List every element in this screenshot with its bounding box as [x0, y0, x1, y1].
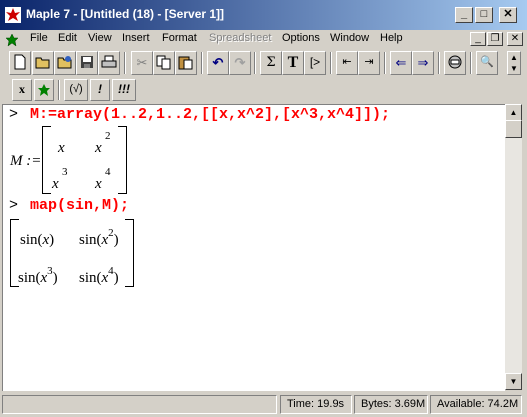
worksheet[interactable] [2, 104, 505, 391]
paste-icon[interactable] [175, 51, 197, 75]
matrix1-cell-12-base: x [95, 140, 102, 156]
toolbar-separator [384, 52, 386, 74]
menu-view[interactable]: View [88, 32, 112, 44]
matrix2-cell-11: sin(x) [20, 232, 55, 248]
doc-restore-button[interactable]: ❐ [487, 32, 503, 46]
menu-insert[interactable]: Insert [122, 32, 150, 44]
cut-icon[interactable]: ✂ [131, 51, 153, 75]
matrix1-left-bracket [42, 126, 51, 194]
print-icon[interactable] [98, 51, 120, 75]
menu-edit[interactable]: Edit [58, 32, 77, 44]
stop-icon[interactable] [444, 51, 466, 75]
menu-file[interactable]: File [30, 32, 48, 44]
window-title: Maple 7 - [Untitled (18) - [Server 1]] [26, 7, 225, 21]
input-prompt-2: > [9, 197, 19, 214]
new-icon[interactable] [9, 51, 31, 75]
maple-leaf-button[interactable] [34, 79, 54, 101]
input-line-1[interactable]: M:=array(1..2,1..2,[[x,x^2],[x^3,x^4]]); [30, 106, 390, 123]
copy-icon[interactable] [153, 51, 175, 75]
input-prompt-1: > [9, 106, 19, 123]
menu-help[interactable]: Help [380, 32, 403, 44]
sigma-icon[interactable]: Σ [260, 51, 282, 75]
forward-icon[interactable]: ⇒ [412, 51, 434, 75]
toolbar-separator [58, 80, 60, 100]
title-bar[interactable]: Maple 7 - [Untitled (18) - [Server 1]] _… [0, 0, 527, 30]
toolbar-scroll[interactable]: ▲ ▼ [507, 51, 521, 75]
matrix1-cell-22-base: x [95, 176, 102, 192]
matrix2-cell-12: sin(x2) [79, 227, 119, 248]
matrix2-cell-22: sin(x4) [79, 265, 119, 286]
back-icon[interactable]: ⇐ [390, 51, 412, 75]
open-url-icon[interactable] [54, 51, 76, 75]
prompt-icon[interactable]: [> [304, 51, 326, 75]
minimize-button[interactable]: _ [455, 7, 473, 23]
undo-icon[interactable]: ↶ [207, 51, 229, 75]
matrix1-cell-11: x [58, 140, 65, 156]
matrix2-right-bracket [125, 219, 134, 287]
document-icon[interactable] [5, 33, 19, 47]
maple-leaf-icon [5, 7, 21, 23]
math-mode-button[interactable]: x [12, 79, 32, 101]
status-message [2, 395, 277, 414]
menu-format[interactable]: Format [162, 32, 197, 44]
toolbar-separator [124, 52, 126, 74]
output-lhs-1: M := [10, 153, 42, 169]
toolbar-separator [254, 52, 256, 74]
matrix1-cell-12-exp: 2 [105, 130, 111, 142]
scroll-thumb[interactable] [505, 120, 522, 138]
matrix1-right-bracket [118, 126, 127, 194]
close-button[interactable]: ✕ [499, 7, 517, 23]
matrix1-cell-21-exp: 3 [62, 166, 68, 178]
input-line-2[interactable]: map(sin,M); [30, 197, 129, 214]
execute-button[interactable]: ! [90, 79, 110, 101]
menu-window[interactable]: Window [330, 32, 369, 44]
execute-all-button[interactable]: !!! [112, 79, 136, 101]
maximize-button[interactable]: □ [475, 7, 493, 23]
redo-icon[interactable]: ↷ [229, 51, 251, 75]
zoom-icon[interactable]: 🔍 [476, 51, 498, 75]
save-icon[interactable] [76, 51, 98, 75]
status-time: Time: 19.9s [280, 395, 352, 414]
toolbar-separator [330, 52, 332, 74]
scroll-down-button[interactable]: ▼ [505, 373, 522, 390]
doc-minimize-button[interactable]: _ [470, 32, 486, 46]
outdent-icon[interactable]: ⇤ [336, 51, 358, 75]
toolbar-separator [470, 52, 472, 74]
doc-close-button[interactable]: ✕ [507, 32, 523, 46]
correctness-button[interactable]: (√) [64, 79, 88, 101]
matrix2-cell-21: sin(x3) [18, 265, 58, 286]
scroll-up-button[interactable]: ▲ [505, 104, 522, 121]
indent-icon[interactable]: ⇥ [358, 51, 380, 75]
status-available: Available: 74.2M [430, 395, 522, 414]
open-icon[interactable] [32, 51, 54, 75]
menu-spreadsheet[interactable]: Spreadsheet [209, 32, 271, 44]
matrix1-cell-22-exp: 4 [105, 166, 111, 178]
toolbar-separator [438, 52, 440, 74]
matrix1-cell-21-base: x [52, 176, 59, 192]
text-icon[interactable]: T [282, 51, 304, 75]
toolbar-separator [201, 52, 203, 74]
vertical-scrollbar[interactable] [505, 104, 522, 390]
status-bytes: Bytes: 3.69M [354, 395, 428, 414]
menu-options[interactable]: Options [282, 32, 320, 44]
